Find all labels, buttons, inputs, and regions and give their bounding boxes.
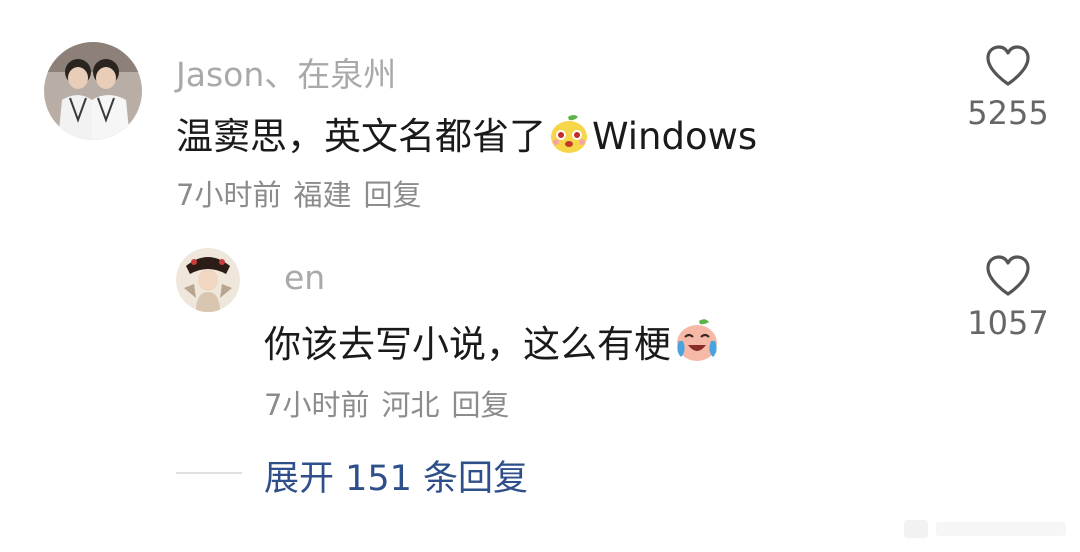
avatar[interactable] — [176, 248, 240, 312]
comment-text: 你该去写小说，这么有梗 — [264, 314, 723, 368]
comment-text-main: 温窦思，英文名都省了 — [176, 115, 546, 158]
pear-face-emoji-icon — [548, 113, 590, 155]
comment-location: 福建 — [293, 178, 352, 212]
comment-meta: 7小时前 福建 回复 — [176, 172, 433, 214]
comment-text-main: 你该去写小说，这么有梗 — [264, 323, 671, 366]
reply-button[interactable]: 回复 — [363, 178, 421, 212]
comment-location: 河北 — [381, 388, 440, 422]
comment-username[interactable]: Jason、在泉州 — [176, 48, 396, 96]
divider — [176, 472, 242, 474]
watermark — [902, 510, 1072, 546]
expand-replies-link[interactable]: 展开 151 条回复 — [264, 450, 528, 501]
heart-outline-icon[interactable] — [984, 44, 1032, 92]
comment-text: 温窦思，英文名都省了 Windows — [176, 106, 757, 160]
comment-username[interactable]: en — [284, 258, 325, 297]
reply-button[interactable]: 回复 — [451, 388, 509, 422]
comment-text-suffix: Windows — [592, 115, 758, 158]
comment-meta: 7小时前 河北 回复 — [264, 382, 521, 424]
like-control: 1057 — [962, 254, 1054, 342]
heart-outline-icon[interactable] — [984, 254, 1032, 302]
like-count: 5255 — [967, 94, 1049, 132]
comment-time: 7小时前 — [264, 388, 370, 422]
crying-laughing-peach-emoji-icon — [673, 317, 721, 363]
comment-time: 7小时前 — [176, 178, 282, 212]
like-control: 5255 — [962, 44, 1054, 132]
avatar[interactable] — [44, 42, 142, 140]
like-count: 1057 — [967, 304, 1049, 342]
